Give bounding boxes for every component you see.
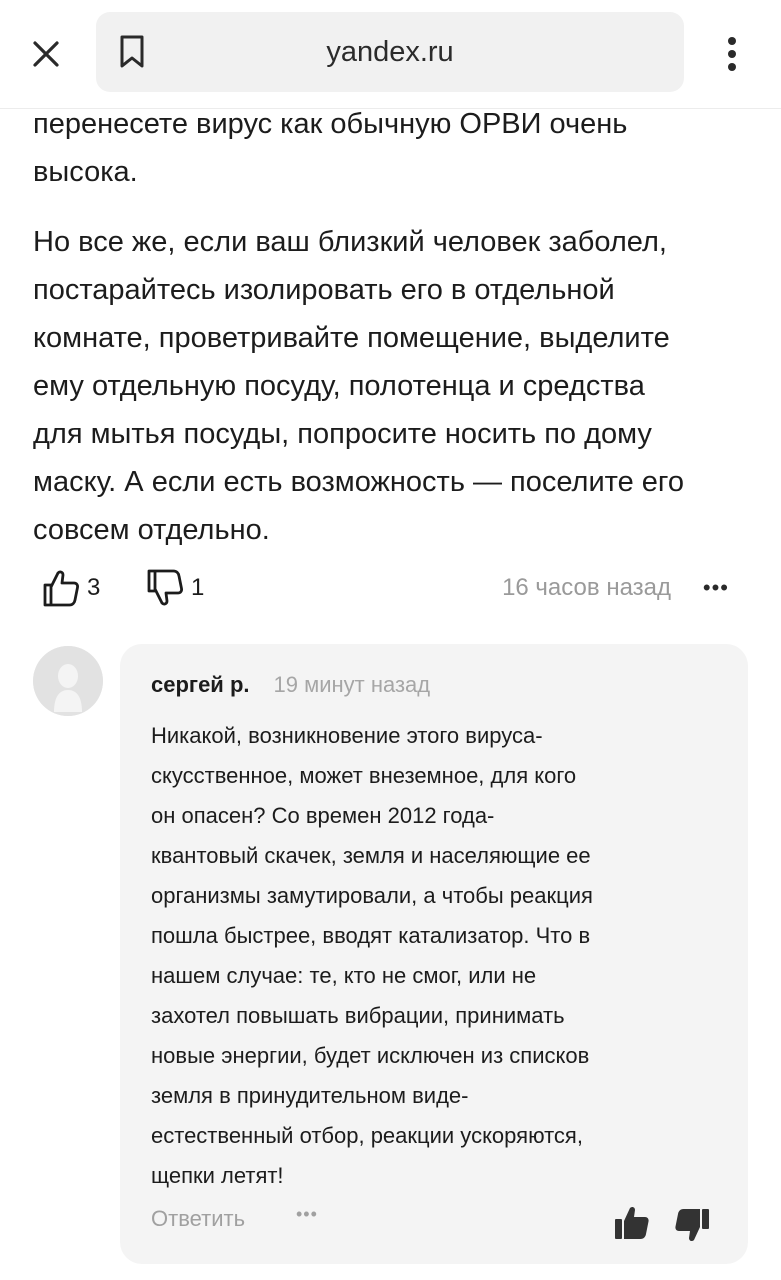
article-timestamp: 16 часов назад — [502, 574, 671, 601]
comment-like-button[interactable] — [612, 1202, 652, 1242]
article-body: перенесете вирус как обычную ОРВИ очень … — [33, 100, 763, 554]
dislike-count: 1 — [191, 574, 205, 601]
comment-header: сергей р. 19 минут назад — [151, 672, 430, 706]
comment-text: Никакой, возникновение этого вируса- ску… — [151, 723, 593, 1188]
user-avatar-icon — [33, 646, 103, 716]
comment-card: сергей р. 19 минут назад Никакой, возник… — [120, 644, 748, 1264]
avatar[interactable] — [33, 646, 103, 716]
browser-toolbar: yandex.ru — [0, 0, 781, 109]
address-bar[interactable]: yandex.ru — [96, 12, 684, 92]
close-button[interactable] — [26, 34, 66, 74]
thumbs-down-icon — [147, 569, 183, 606]
dislike-button[interactable]: 1 — [145, 564, 204, 612]
thumbs-up-icon — [615, 1206, 649, 1239]
comment-timestamp: 19 минут назад — [273, 672, 431, 697]
like-count: 3 — [87, 574, 101, 601]
thumbs-up-icon — [43, 570, 79, 607]
close-icon — [33, 41, 59, 67]
browser-menu-button[interactable] — [716, 32, 748, 76]
article-reactions: 3 1 16 часов назад ••• — [33, 564, 743, 612]
article-paragraph: перенесете вирус как обычную ОРВИ очень … — [33, 108, 628, 188]
reply-button[interactable]: Ответить — [151, 1206, 245, 1232]
page: yandex.ru перенесете вирус как обычную О… — [0, 0, 781, 1280]
url-text: yandex.ru — [326, 36, 454, 68]
thumbs-down-icon — [675, 1209, 709, 1242]
like-button[interactable]: 3 — [41, 564, 100, 612]
kebab-menu-icon — [728, 37, 736, 71]
comment-more-button[interactable]: ••• — [296, 1204, 318, 1225]
article-paragraph: Но все же, если ваш близкий человек забо… — [33, 226, 684, 546]
article-more-button[interactable]: ••• — [703, 564, 729, 612]
comment-dislike-button[interactable] — [672, 1206, 712, 1246]
comment-author[interactable]: сергей р. — [151, 672, 250, 698]
